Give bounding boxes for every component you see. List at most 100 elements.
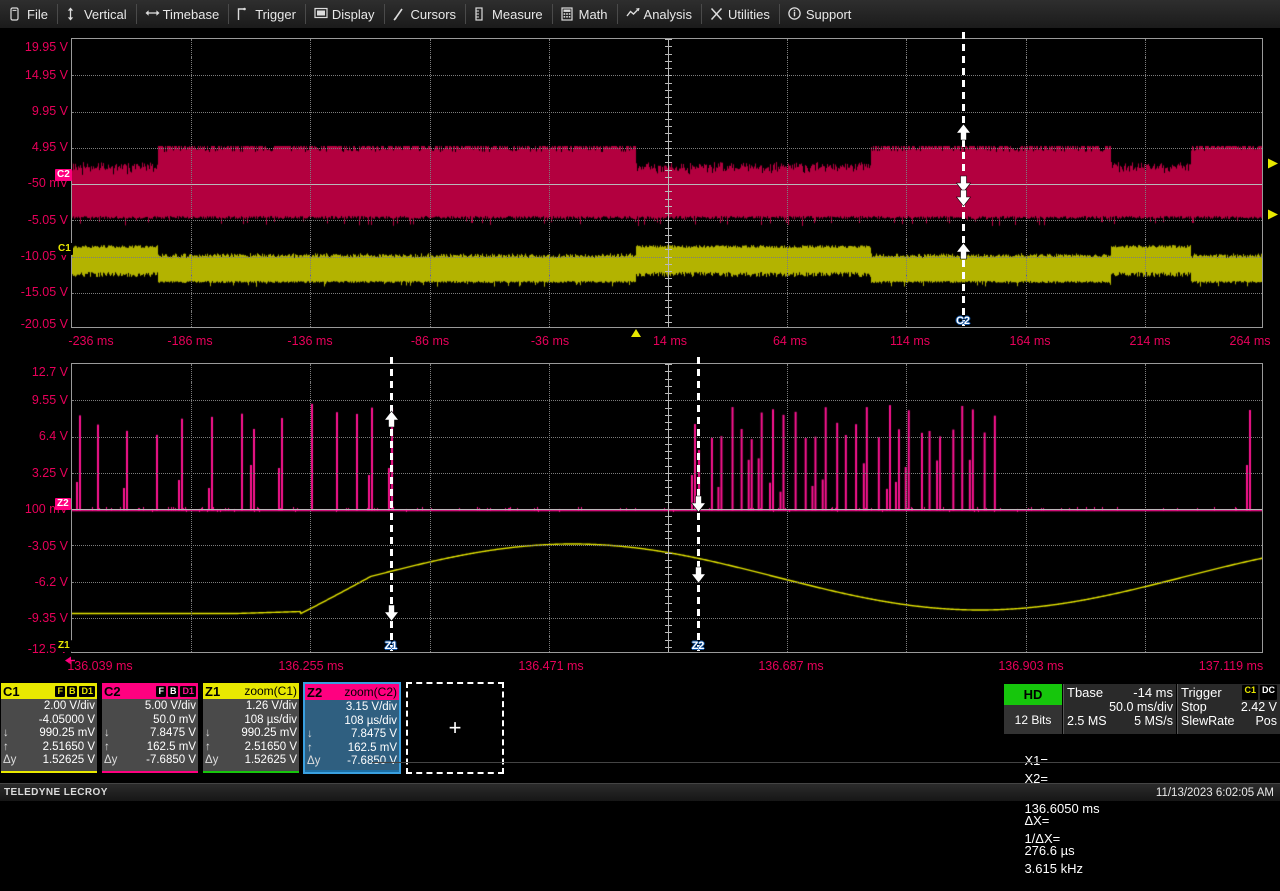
- descriptor-row: 108 µs/div: [205, 714, 297, 728]
- y-axis-tick-label: -5.05 V: [28, 213, 68, 227]
- descriptor-row: 50.0 mV: [104, 714, 196, 728]
- descriptor-header[interactable]: Z2zoom(C2): [305, 684, 399, 700]
- bits-label: 12 Bits: [1004, 705, 1062, 734]
- grid-subdot-row: [72, 130, 1262, 131]
- add-channel-button[interactable]: +: [406, 682, 504, 774]
- menu-item-label: Analysis: [644, 7, 692, 22]
- bottom-cursor-z1[interactable]: [390, 357, 393, 651]
- descriptor-underline: [203, 771, 299, 773]
- descriptor-row: -4.05000 V: [3, 714, 95, 728]
- x2-value: 136.6050 ms: [1024, 801, 1099, 816]
- channel-badge-b[interactable]: B: [67, 686, 78, 697]
- grid-subdot-row: [72, 94, 1262, 95]
- grid-center-horizontal: [72, 509, 1262, 510]
- descriptor-box-c1[interactable]: C1FBD12.00 V/div-4.05000 V↓990.25 mV↑2.5…: [0, 682, 98, 774]
- x-axis-tick-label: -236 ms: [68, 334, 113, 348]
- wrench-icon: [710, 7, 723, 21]
- top-waveform-grid[interactable]: [71, 38, 1263, 328]
- grid-center-axis: [668, 364, 669, 652]
- z2-offset-tag[interactable]: Z2: [55, 498, 71, 510]
- descriptor-header[interactable]: C1FBD1: [1, 683, 97, 699]
- channel-badge-d1[interactable]: D1: [79, 686, 95, 697]
- trigger-source-badge: C1: [1242, 685, 1258, 700]
- descriptor-row-key: ↑: [104, 741, 116, 755]
- menu-item-label: Measure: [492, 7, 543, 22]
- channel-badge-b[interactable]: B: [168, 686, 179, 697]
- y-axis-tick-label: -9.35 V: [28, 611, 68, 625]
- channel-name-label: Z2: [307, 685, 322, 700]
- descriptor-underline: [102, 771, 198, 773]
- trigger-box[interactable]: Trigger C1 DC Stop 2.42 V SlewRate Pos: [1177, 684, 1280, 734]
- timebase-box[interactable]: Tbase -14 ms 50.0 ms/div 2.5 MS 5 MS/s: [1063, 684, 1176, 734]
- channel-badge-f[interactable]: F: [156, 686, 166, 697]
- menu-item-label: Trigger: [255, 7, 296, 22]
- hd-label: HD: [1004, 684, 1062, 705]
- descriptor-row-key: ↓: [104, 727, 116, 741]
- descriptor-box-z1[interactable]: Z1zoom(C1)1.26 V/div108 µs/div↓990.25 mV…: [202, 682, 300, 774]
- grid-subdot-row: [72, 455, 1262, 456]
- x-axis-tick-label: -36 ms: [531, 334, 569, 348]
- descriptor-header[interactable]: Z1zoom(C1): [203, 683, 299, 699]
- descriptor-header[interactable]: C2FBD1: [102, 683, 198, 699]
- descriptor-row-value: 7.8475 V: [116, 727, 196, 741]
- bottom-cursor-label-z1: Z1: [385, 640, 398, 652]
- right-edge-offset-marker-2[interactable]: [1266, 208, 1279, 221]
- channel-badge-d1[interactable]: D1: [180, 686, 196, 697]
- descriptor-row: Δy1.52625 V: [205, 754, 297, 768]
- descriptor-row-value: 3.15 V/div: [319, 701, 397, 715]
- invdx-value: 3.615 kHz: [1024, 861, 1083, 876]
- menu-item-math[interactable]: Math: [552, 0, 617, 28]
- top-cursor-c2[interactable]: [962, 32, 965, 326]
- x-axis-tick-label: 136.687 ms: [758, 659, 823, 673]
- channel-badge-f[interactable]: F: [55, 686, 65, 697]
- grid-subdot-row: [72, 382, 1262, 383]
- timebase-title: Tbase: [1067, 685, 1103, 700]
- trigger-position-marker[interactable]: [631, 329, 641, 337]
- descriptor-row-value: 990.25 mV: [217, 727, 297, 741]
- descriptor-row-key: ↑: [205, 741, 217, 755]
- menu-item-support[interactable]: Support: [779, 0, 861, 28]
- menu-item-analysis[interactable]: Analysis: [617, 0, 701, 28]
- descriptor-box-z2[interactable]: Z2zoom(C2)3.15 V/div108 µs/div↓7.8475 V↑…: [303, 682, 401, 774]
- descriptor-box-c2[interactable]: C2FBD15.00 V/div50.0 mV↓7.8475 V↑162.5 m…: [101, 682, 199, 774]
- trigger-level: 2.42 V: [1241, 700, 1277, 714]
- grid-subdot-row: [72, 311, 1262, 312]
- descriptor-row: ↓7.8475 V: [104, 727, 196, 741]
- c2-offset-tag[interactable]: C2: [55, 169, 72, 181]
- timebase-memory: 2.5 MS: [1067, 714, 1107, 728]
- bottom-cursor-label-z2: Z2: [692, 640, 705, 652]
- c1-offset-tag[interactable]: C1: [56, 243, 73, 255]
- y-axis-tick-label: -20.05 V: [21, 317, 68, 331]
- descriptor-row-key: Δy: [3, 754, 15, 768]
- descriptor-row-value: 2.51650 V: [217, 741, 297, 755]
- descriptor-row-key: Δy: [205, 754, 217, 768]
- menu-item-cursors[interactable]: Cursors: [384, 0, 466, 28]
- menu-item-trigger[interactable]: Trigger: [228, 0, 305, 28]
- descriptor-row-value: 162.5 mV: [319, 742, 397, 756]
- grid-vline: [1145, 364, 1146, 652]
- bottom-grid-lines: [71, 363, 1263, 653]
- grid-subdot-row: [72, 491, 1262, 492]
- display-screen-icon: [314, 7, 327, 21]
- right-edge-offset-marker-1[interactable]: [1266, 157, 1279, 170]
- y-axis-tick-label: 19.95 V: [25, 40, 68, 54]
- bottom-cursor-z2[interactable]: [697, 357, 700, 651]
- descriptor-underline: [1, 771, 97, 773]
- x-axis-tick-label: 137.119 ms: [1199, 659, 1263, 673]
- menu-item-timebase[interactable]: Timebase: [136, 0, 229, 28]
- vertical-arrows-icon: [66, 7, 79, 21]
- grid-subdot-row: [72, 564, 1262, 565]
- menu-item-display[interactable]: Display: [305, 0, 384, 28]
- bottom-waveform-grid[interactable]: [71, 363, 1263, 653]
- menu-item-vertical[interactable]: Vertical: [57, 0, 136, 28]
- menu-item-file[interactable]: File: [0, 0, 57, 28]
- acquisition-mode-box[interactable]: HD 12 Bits: [1004, 684, 1062, 734]
- descriptor-rows: 3.15 V/div108 µs/div↓7.8475 V↑162.5 mVΔy…: [305, 700, 399, 769]
- descriptor-row: 2.00 V/div: [3, 700, 95, 714]
- menu-item-measure[interactable]: Measure: [465, 0, 552, 28]
- descriptor-row: Δy-7.6850 V: [104, 754, 196, 768]
- grid-vline: [310, 364, 311, 652]
- z1-offset-tag[interactable]: Z1: [56, 640, 72, 652]
- menu-item-utilities[interactable]: Utilities: [701, 0, 779, 28]
- descriptor-row: ↓990.25 mV: [205, 727, 297, 741]
